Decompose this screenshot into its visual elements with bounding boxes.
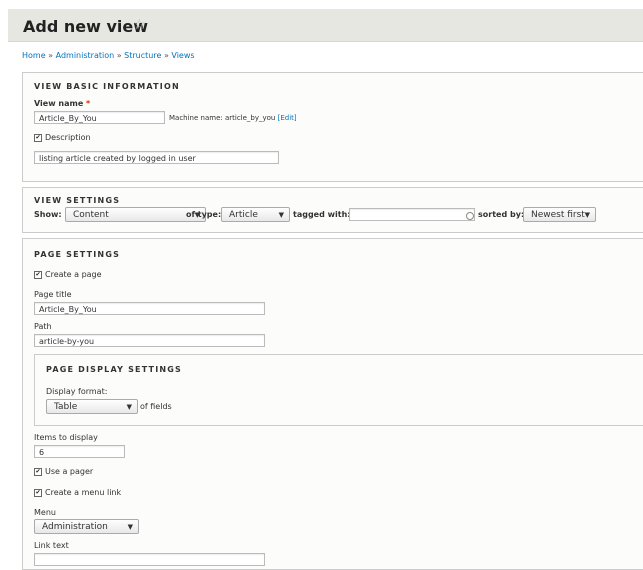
of-type-label: of type: [186, 210, 222, 219]
description-input[interactable]: listing article created by logged in use… [34, 151, 279, 164]
view-name-input[interactable]: Article_By_You [34, 111, 165, 124]
items-to-display-label: Items to display [34, 433, 98, 442]
breadcrumb-separator: » [48, 51, 54, 60]
of-fields-label: of fields [140, 402, 172, 411]
page-display-settings-legend: PAGE DISPLAY SETTINGS [46, 365, 183, 374]
create-menu-link-label: Create a menu link [45, 488, 122, 497]
chevron-down-icon: ▼ [127, 523, 133, 531]
chevron-down-icon: ▼ [126, 403, 132, 411]
tagged-with-label: tagged with: [293, 210, 351, 219]
breadcrumb-structure[interactable]: Structure [124, 51, 161, 60]
basic-info-legend: VIEW BASIC INFORMATION [34, 82, 180, 91]
sorted-by-select[interactable]: Newest first ▼ [523, 207, 596, 222]
view-name-label: View name * [34, 99, 91, 108]
page-title-input[interactable]: Article_By_You [34, 302, 265, 315]
create-page-checkbox[interactable]: ✔ [34, 271, 42, 279]
breadcrumb-separator: » [163, 51, 169, 60]
of-type-select[interactable]: Article ▼ [221, 207, 290, 222]
create-menu-link-checkbox[interactable]: ✔ [34, 489, 42, 497]
breadcrumb-home[interactable]: Home [22, 51, 46, 60]
display-format-label: Display format: [46, 387, 108, 396]
link-text-label: Link text [34, 541, 69, 550]
sorted-by-label: sorted by: [478, 210, 525, 219]
create-page-label: Create a page [45, 270, 102, 279]
path-label: Path [34, 322, 52, 331]
chevron-down-icon: ▼ [278, 211, 284, 219]
description-label: Description [45, 133, 91, 142]
page-display-settings-fieldset: PAGE DISPLAY SETTINGS Display format: Ta… [34, 354, 643, 426]
page-title: Add new view [23, 17, 148, 36]
show-select[interactable]: Content ▼ [65, 207, 206, 222]
machine-name-edit-link[interactable]: [Edit] [278, 114, 297, 122]
breadcrumb-administration[interactable]: Administration [56, 51, 115, 60]
use-pager-label: Use a pager [45, 467, 94, 476]
page-settings-legend: PAGE SETTINGS [34, 250, 121, 259]
display-format-select[interactable]: Table ▼ [46, 399, 138, 414]
breadcrumb: Home » Administration » Structure » View… [22, 51, 195, 60]
items-to-display-input[interactable]: 6 [34, 445, 125, 458]
required-marker: * [86, 99, 91, 108]
show-label: Show: [34, 210, 62, 219]
description-checkbox[interactable]: ✔ [34, 134, 42, 142]
machine-name-text: Machine name: article_by_you [Edit] [169, 114, 297, 122]
view-basic-info-fieldset: VIEW BASIC INFORMATION View name * Artic… [22, 72, 643, 182]
chevron-down-icon: ▼ [584, 211, 590, 219]
tagged-with-input[interactable] [349, 208, 475, 221]
use-pager-checkbox[interactable]: ✔ [34, 468, 42, 476]
breadcrumb-separator: » [116, 51, 122, 60]
star-icon[interactable]: ☆ [133, 17, 146, 33]
page-header: Add new view ☆ [8, 9, 643, 42]
breadcrumb-views[interactable]: Views [171, 51, 194, 60]
menu-label: Menu [34, 508, 56, 517]
menu-select[interactable]: Administration ▼ [34, 519, 139, 534]
path-input[interactable]: article-by-you [34, 334, 265, 347]
view-settings-fieldset: VIEW SETTINGS Show: Content ▼ of type: Ar… [22, 187, 643, 233]
autocomplete-icon [466, 212, 474, 220]
page-settings-fieldset: PAGE SETTINGS ✔ Create a page Page title… [22, 238, 643, 570]
view-settings-legend: VIEW SETTINGS [34, 196, 121, 205]
page-title-label: Page title [34, 290, 72, 299]
